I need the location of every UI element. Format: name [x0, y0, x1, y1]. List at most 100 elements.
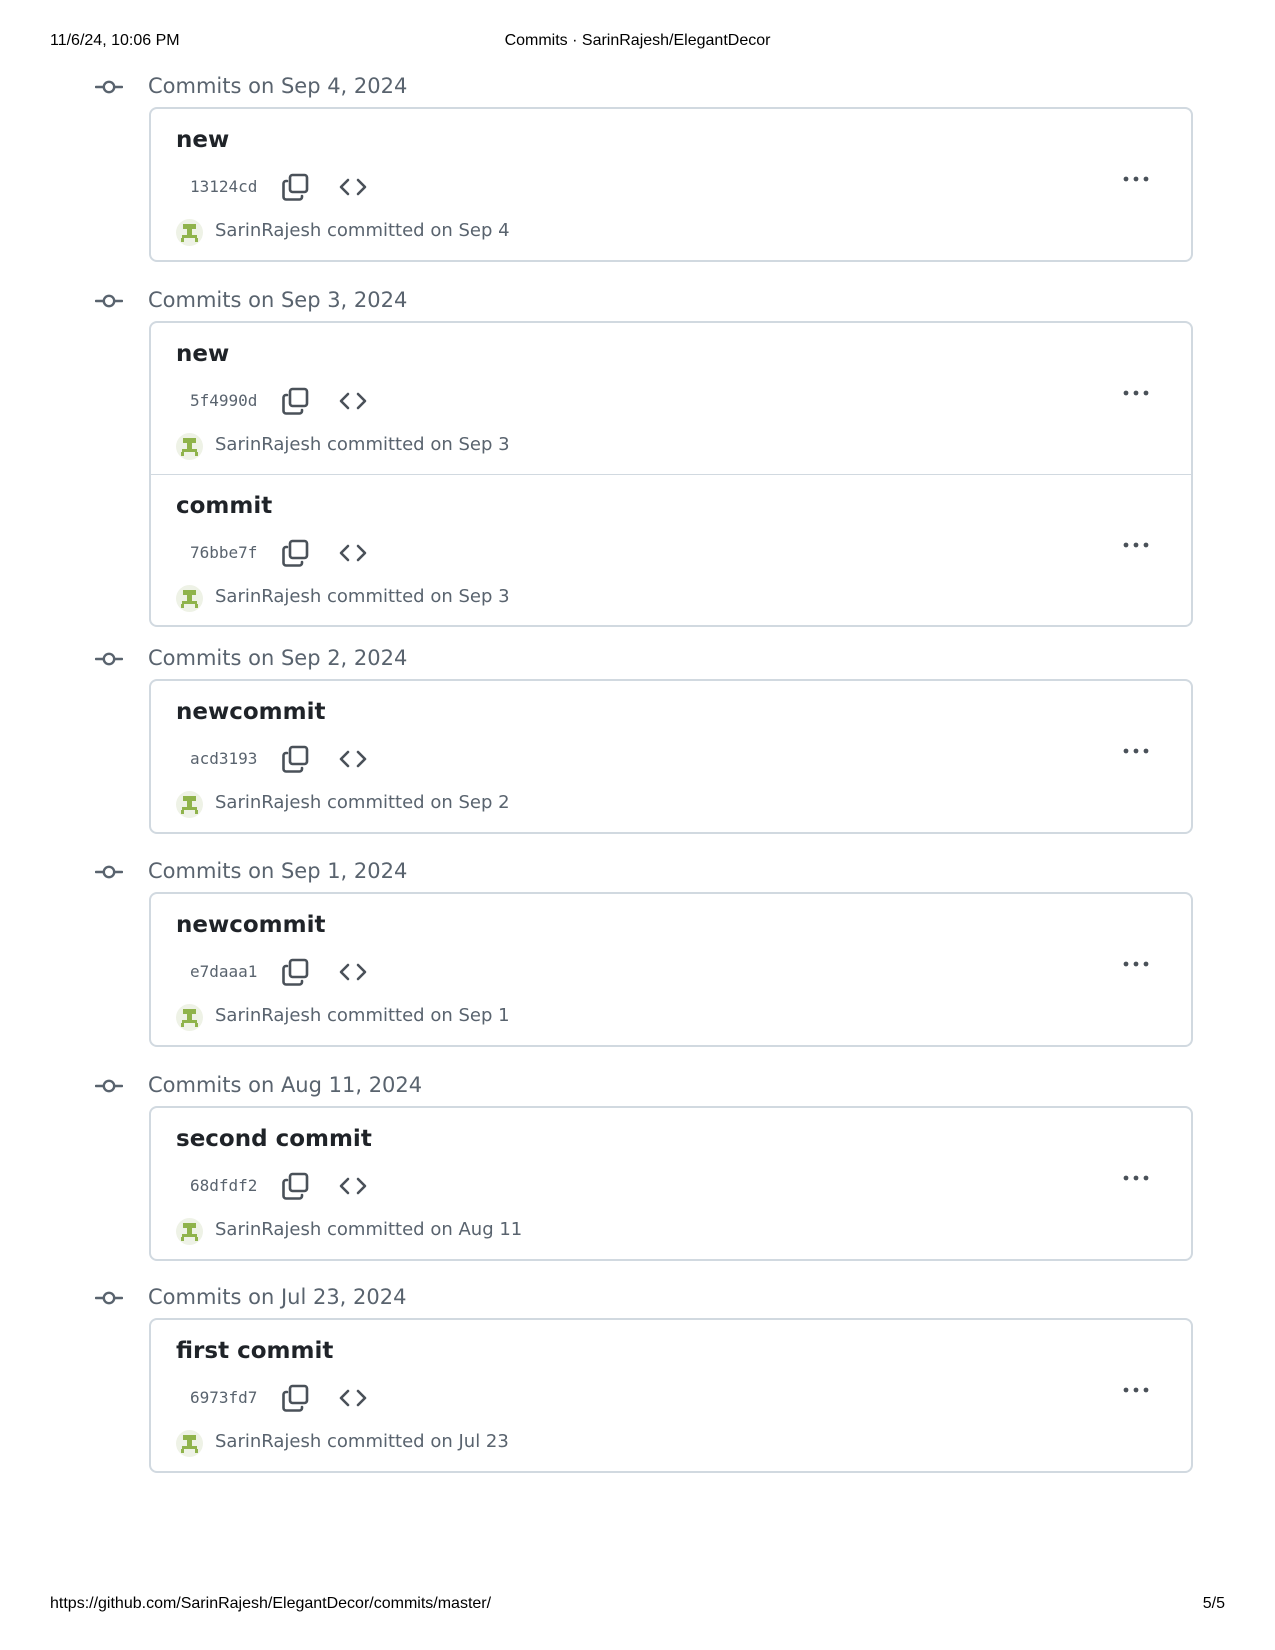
commit-message-link[interactable]: first commit [176, 1338, 333, 1364]
copy-icon[interactable] [281, 1171, 311, 1201]
author-link[interactable]: SarinRajesh [215, 434, 321, 455]
commit-group-title: Commits on Sep 3, 2024 [148, 288, 408, 312]
kebab-horizontal-icon[interactable] [1121, 1168, 1151, 1188]
author-link[interactable]: SarinRajesh [215, 1431, 321, 1452]
kebab-horizontal-icon[interactable] [1121, 1380, 1151, 1400]
commit-message-link[interactable]: newcommit [176, 912, 325, 938]
commit-list-card: second commit 68dfdf2 SarinRajesh committ… [149, 1106, 1193, 1261]
commit-date: on Jul 23 [430, 1431, 509, 1452]
commit-action-text: committed [327, 586, 425, 607]
commit-action-text: committed [327, 1219, 425, 1240]
commit-sha-link[interactable]: e7daaa1 [190, 962, 257, 981]
commit-group-header: Commits on Sep 4, 2024 [94, 73, 995, 103]
commit-group-title: Commits on Sep 2, 2024 [148, 646, 408, 670]
commit-group-header: Commits on Sep 2, 2024 [94, 645, 995, 675]
author-link[interactable]: SarinRajesh [215, 1219, 321, 1240]
commit-action-text: committed [327, 792, 425, 813]
avatar[interactable] [176, 1218, 203, 1245]
avatar[interactable] [176, 433, 203, 460]
commit-action-text: committed [327, 434, 425, 455]
code-icon[interactable] [338, 1383, 368, 1413]
commit-row: second commit 68dfdf2 SarinRajesh committ… [151, 1108, 1191, 1259]
commit-sha-link[interactable]: 76bbe7f [190, 543, 257, 562]
commit-message-link[interactable]: second commit [176, 1126, 372, 1152]
code-icon[interactable] [338, 1171, 368, 1201]
author-link[interactable]: SarinRajesh [215, 792, 321, 813]
code-icon[interactable] [338, 386, 368, 416]
commit-row: newcommit acd3193 SarinRajesh committed o… [151, 681, 1191, 832]
author-link[interactable]: SarinRajesh [215, 586, 321, 607]
commit-action-text: committed [327, 1005, 425, 1026]
commit-group-title: Commits on Aug 11, 2024 [148, 1073, 423, 1097]
commit-sha-link[interactable]: 6973fd7 [190, 1388, 257, 1407]
commit-author-line: SarinRajesh committed on Sep 1 [215, 1005, 510, 1026]
git-commit-icon [94, 287, 124, 317]
commit-group-header: Commits on Sep 3, 2024 [94, 287, 995, 317]
git-commit-icon [94, 1284, 124, 1314]
commit-sha-link[interactable]: 13124cd [190, 177, 257, 196]
commit-row: new 5f4990d SarinRajesh committed on Sep … [151, 323, 1191, 474]
kebab-horizontal-icon[interactable] [1121, 169, 1151, 189]
commit-group-title: Commits on Sep 4, 2024 [148, 74, 408, 98]
avatar[interactable] [176, 791, 203, 818]
commit-author-line: SarinRajesh committed on Sep 4 [215, 220, 510, 241]
print-url: https://github.com/SarinRajesh/ElegantDe… [50, 1595, 492, 1612]
commit-action-text: committed [327, 220, 425, 241]
copy-icon[interactable] [281, 172, 311, 202]
copy-icon[interactable] [281, 744, 311, 774]
avatar[interactable] [176, 1004, 203, 1031]
git-commit-icon [94, 645, 124, 675]
commit-list-card: first commit 6973fd7 SarinRajesh committe… [149, 1318, 1193, 1473]
commit-date: on Sep 2 [430, 792, 510, 813]
kebab-horizontal-icon[interactable] [1121, 383, 1151, 403]
code-icon[interactable] [338, 744, 368, 774]
git-commit-icon [94, 1072, 124, 1102]
commit-sha-link[interactable]: 5f4990d [190, 391, 257, 410]
kebab-horizontal-icon[interactable] [1121, 954, 1151, 974]
commit-list-card: new 5f4990d SarinRajesh committed on Sep … [149, 321, 1193, 627]
commit-row: commit 76bbe7f SarinRajesh committed on S… [151, 474, 1191, 625]
print-page-title: Commits · SarinRajesh/ElegantDecor [504, 32, 771, 49]
kebab-horizontal-icon[interactable] [1121, 535, 1151, 555]
author-link[interactable]: SarinRajesh [215, 220, 321, 241]
kebab-horizontal-icon[interactable] [1121, 741, 1151, 761]
commit-author-line: SarinRajesh committed on Sep 3 [215, 434, 510, 455]
commit-list-card: newcommit acd3193 SarinRajesh committed o… [149, 679, 1193, 834]
copy-icon[interactable] [281, 1383, 311, 1413]
commit-sha-link[interactable]: acd3193 [190, 749, 257, 768]
print-page-number: 5/5 [1202, 1595, 1225, 1612]
git-commit-icon [94, 858, 124, 888]
avatar[interactable] [176, 1430, 203, 1457]
code-icon[interactable] [338, 172, 368, 202]
commit-message-link[interactable]: new [176, 341, 229, 367]
print-header: 11/6/24, 10:06 PM Commits · SarinRajesh/… [50, 32, 1225, 52]
commit-row: first commit 6973fd7 SarinRajesh committe… [151, 1320, 1191, 1471]
print-footer: https://github.com/SarinRajesh/ElegantDe… [50, 1595, 1225, 1615]
avatar[interactable] [176, 219, 203, 246]
commit-message-link[interactable]: new [176, 127, 229, 153]
commit-row: newcommit e7daaa1 SarinRajesh committed o… [151, 894, 1191, 1045]
commit-date: on Sep 3 [430, 586, 510, 607]
copy-icon[interactable] [281, 957, 311, 987]
commit-author-line: SarinRajesh committed on Sep 2 [215, 792, 510, 813]
commit-action-text: committed [327, 1431, 425, 1452]
commit-author-line: SarinRajesh committed on Sep 3 [215, 586, 510, 607]
copy-icon[interactable] [281, 386, 311, 416]
commit-group-header: Commits on Jul 23, 2024 [94, 1284, 995, 1314]
commit-author-line: SarinRajesh committed on Aug 11 [215, 1219, 522, 1240]
commit-row: new 13124cd SarinRajesh committed on Sep … [151, 109, 1191, 260]
commit-sha-link[interactable]: 68dfdf2 [190, 1176, 257, 1195]
copy-icon[interactable] [281, 538, 311, 568]
author-link[interactable]: SarinRajesh [215, 1005, 321, 1026]
commit-date: on Aug 11 [430, 1219, 523, 1240]
commit-group-header: Commits on Aug 11, 2024 [94, 1072, 995, 1102]
git-commit-icon [94, 73, 124, 103]
commit-message-link[interactable]: commit [176, 493, 272, 519]
commit-list-card: new 13124cd SarinRajesh committed on Sep … [149, 107, 1193, 262]
code-icon[interactable] [338, 538, 368, 568]
commit-group-header: Commits on Sep 1, 2024 [94, 858, 995, 888]
commit-author-line: SarinRajesh committed on Jul 23 [215, 1431, 509, 1452]
commit-message-link[interactable]: newcommit [176, 699, 325, 725]
code-icon[interactable] [338, 957, 368, 987]
avatar[interactable] [176, 585, 203, 612]
